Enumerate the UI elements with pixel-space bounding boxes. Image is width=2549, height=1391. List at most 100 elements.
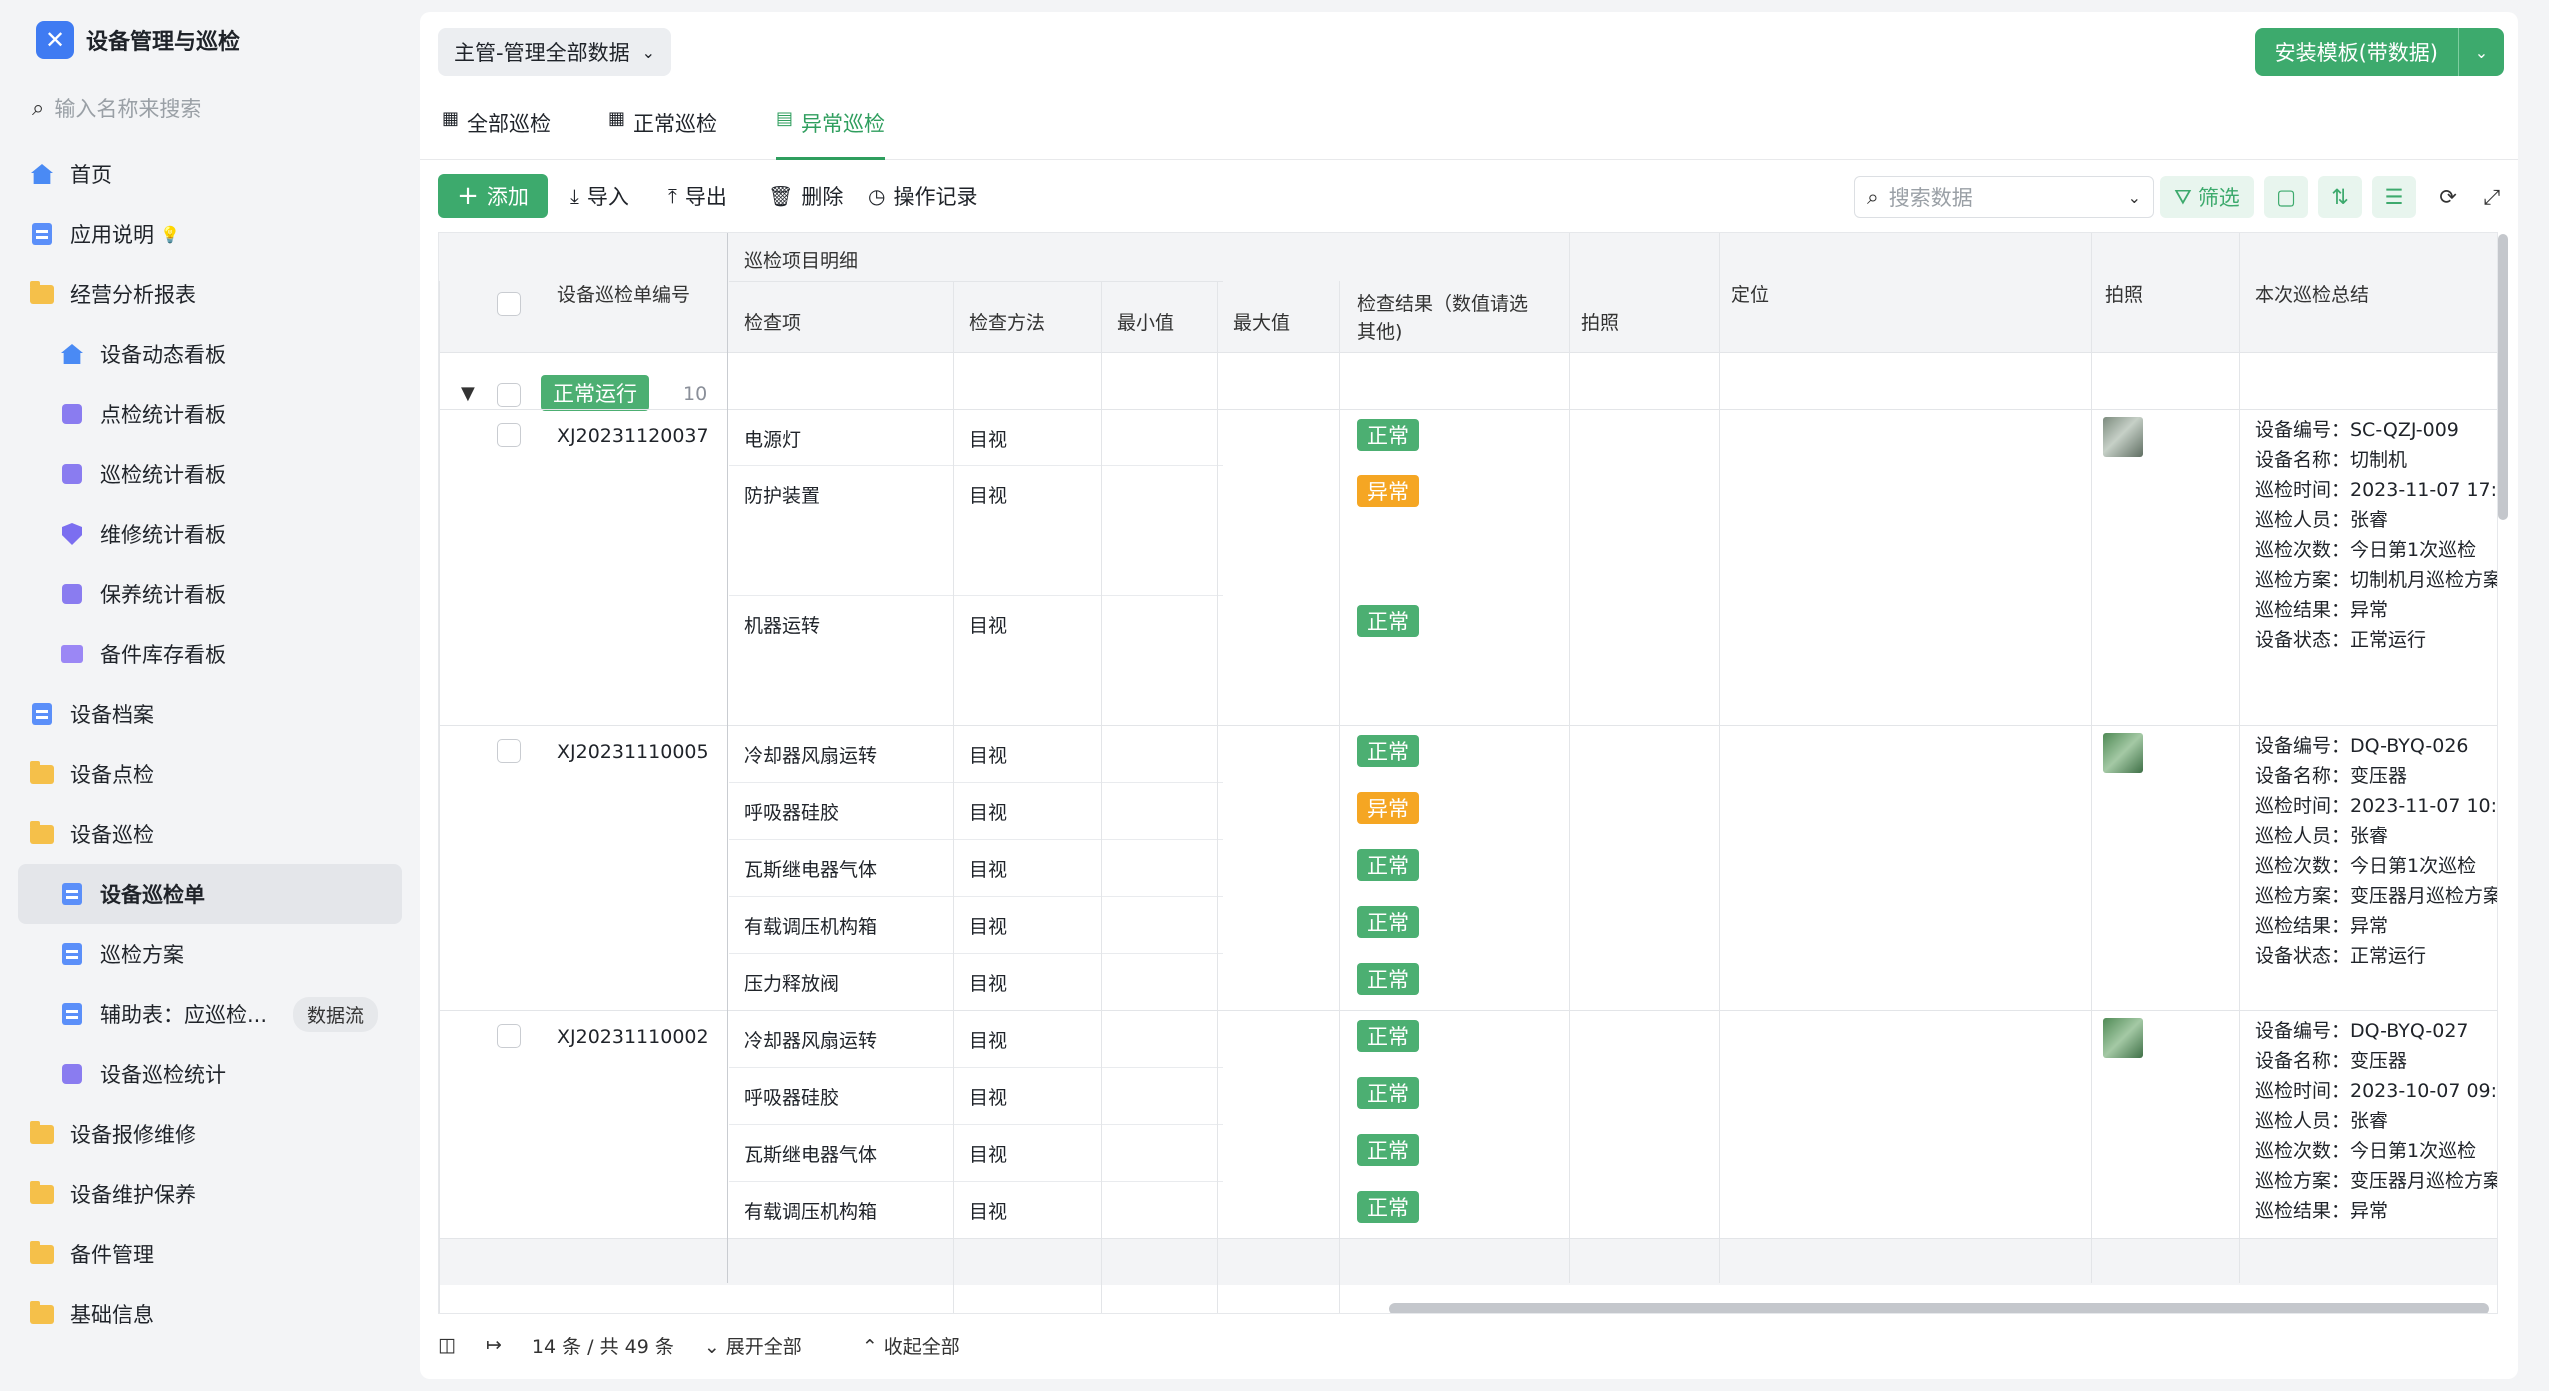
sidebar-item-label: 应用说明 bbox=[70, 223, 154, 247]
sidebar-item-label: 设备报修维修 bbox=[70, 1123, 196, 1147]
collapse-all-button[interactable]: ⌃ 收起全部 bbox=[862, 1332, 990, 1359]
sidebar-item[interactable]: 应用说明 💡 bbox=[18, 204, 402, 264]
shield-icon bbox=[60, 522, 84, 546]
add-button[interactable]: + 添加 bbox=[438, 174, 548, 218]
check-item: 冷却器风扇运转 bbox=[744, 745, 878, 767]
tab-all-inspections[interactable]: ▦ 全部巡检 bbox=[442, 108, 551, 160]
tab-abnormal-inspections[interactable]: ▤ 异常巡检 bbox=[776, 108, 886, 160]
sidebar-item[interactable]: 维修统计看板 bbox=[18, 504, 402, 564]
equipment-photo[interactable] bbox=[2103, 733, 2143, 773]
check-item: 冷却器风扇运转 bbox=[744, 1030, 878, 1052]
folder-icon bbox=[30, 1240, 54, 1266]
refresh-button[interactable]: ⟳ bbox=[2426, 176, 2470, 218]
summary-line: 设备名称：变压器 bbox=[2255, 1050, 2408, 1072]
summary-line: 设备编号：DQ-BYQ-027 bbox=[2255, 1020, 2469, 1042]
filter-icon: ⛛ bbox=[2174, 184, 2192, 209]
tab-normal-inspections[interactable]: ▦ 正常巡检 bbox=[608, 108, 717, 160]
tools-logo-icon: ✕ bbox=[36, 21, 74, 59]
summary-line: 巡检时间：2023-11-07 17:10 bbox=[2255, 479, 2498, 501]
sidebar-item[interactable]: 设备巡检统计 bbox=[18, 1044, 402, 1104]
subrow-divider bbox=[729, 782, 1223, 783]
sort-button[interactable]: ⇅ bbox=[2318, 176, 2362, 218]
group-checkbox[interactable] bbox=[497, 383, 521, 407]
summary-line: 巡检次数：今日第1次巡检 bbox=[2255, 539, 2477, 561]
sidebar-item[interactable]: 设备动态看板 bbox=[18, 324, 402, 384]
sidebar-item[interactable]: 备件库存看板 bbox=[18, 624, 402, 684]
fit-width-icon[interactable]: ↦ bbox=[486, 1334, 502, 1356]
summary-line: 设备状态：正常运行 bbox=[2255, 945, 2427, 967]
vertical-scrollbar[interactable] bbox=[2498, 234, 2508, 520]
inspection-summary: 设备编号：DQ-BYQ-027 设备名称：变压器 巡检时间：2023-10-07 0… bbox=[2255, 1016, 2497, 1226]
view-selector[interactable]: 主管-管理全部数据 ⌄ bbox=[438, 28, 671, 76]
export-button[interactable]: ⤒ 导出 bbox=[668, 174, 727, 218]
sidebar-item[interactable]: 点检统计看板 bbox=[18, 384, 402, 444]
sidebar-toggle-icon[interactable]: ◫ bbox=[438, 1334, 456, 1356]
horizontal-scrollbar[interactable] bbox=[1389, 1303, 2489, 1313]
sidebar-item[interactable]: 基础信息 bbox=[18, 1284, 402, 1344]
summary-line: 巡检方案：变压器月巡检方案 bbox=[2255, 885, 2498, 907]
check-method: 目视 bbox=[969, 1087, 1008, 1109]
import-button[interactable]: ⤓ 导入 bbox=[570, 174, 629, 218]
expand-all-button[interactable]: ⌄ 展开全部 bbox=[704, 1332, 832, 1359]
summary-line: 巡检结果：异常 bbox=[2255, 599, 2389, 621]
filter-button[interactable]: ⛛ 筛选 bbox=[2160, 176, 2254, 218]
sidebar-item[interactable]: 经营分析报表 bbox=[18, 264, 402, 324]
sidebar-item[interactable]: 设备巡检 bbox=[18, 804, 402, 864]
doc-icon bbox=[32, 223, 52, 245]
select-all-checkbox[interactable] bbox=[497, 292, 521, 316]
sidebar-item[interactable]: 备件管理 bbox=[18, 1224, 402, 1284]
collapse-group-icon[interactable]: ▼ bbox=[461, 383, 475, 404]
status-normal-badge: 正常 bbox=[1357, 1134, 1419, 1166]
install-template-button[interactable]: 安装模板(带数据) ⌄ bbox=[2254, 28, 2504, 76]
export-label: 导出 bbox=[684, 185, 727, 209]
data-search-placeholder: 搜索数据 bbox=[1888, 186, 1973, 210]
tab-label: 异常巡检 bbox=[801, 112, 886, 136]
sidebar-item-label: 辅助表：应巡检... bbox=[100, 1003, 268, 1027]
sidebar-item[interactable]: 设备点检 bbox=[18, 744, 402, 804]
row-checkbox[interactable] bbox=[497, 739, 521, 763]
data-search-input[interactable]: ⌕ 搜索数据 ⌄ bbox=[1854, 176, 2154, 218]
sidebar-item[interactable]: 巡检统计看板 bbox=[18, 444, 402, 504]
row-checkbox[interactable] bbox=[497, 423, 521, 447]
row-divider bbox=[439, 725, 2497, 726]
subrow-divider bbox=[729, 1124, 1223, 1125]
equipment-photo[interactable] bbox=[2103, 417, 2143, 457]
sidebar-item-label: 设备动态看板 bbox=[100, 343, 226, 367]
operation-log-button[interactable]: ◷ 操作记录 bbox=[868, 174, 977, 218]
sidebar-item[interactable]: 首页 bbox=[18, 144, 402, 204]
sidebar-search[interactable]: ⌕ 输入名称来搜索 bbox=[32, 88, 201, 128]
delete-button[interactable]: 🗑 删除 bbox=[768, 174, 843, 218]
dashboard-icon bbox=[60, 462, 84, 486]
column-divider bbox=[1217, 281, 1218, 1313]
chevron-down-icon[interactable]: ⌄ bbox=[2458, 28, 2504, 76]
sidebar-item[interactable]: 设备维护保养 bbox=[18, 1164, 402, 1224]
doc-icon bbox=[62, 1003, 82, 1025]
export-icon: ⤒ bbox=[668, 184, 677, 208]
sidebar-item[interactable]: 设备档案 bbox=[18, 684, 402, 744]
summary-line: 巡检结果：异常 bbox=[2255, 915, 2389, 937]
header-max: 最大值 bbox=[1233, 311, 1291, 334]
group-button[interactable]: ☰ bbox=[2372, 176, 2416, 218]
refresh-icon: ⟳ bbox=[2439, 185, 2457, 209]
row-height-button[interactable]: ▢ bbox=[2264, 176, 2308, 218]
chevron-down-icon[interactable]: ⌄ bbox=[2128, 188, 2141, 207]
row-checkbox[interactable] bbox=[497, 1024, 521, 1048]
folder-icon bbox=[30, 1180, 54, 1204]
sidebar-item-label: 设备巡检单 bbox=[100, 883, 205, 907]
sidebar-item[interactable]: 设备巡检单 bbox=[18, 864, 402, 924]
subrow-divider bbox=[729, 896, 1223, 897]
fullscreen-button[interactable]: ⤢ bbox=[2470, 176, 2514, 218]
sidebar-nav: 首页 应用说明 💡 经营分析报表设备动态看板 点检统计看板巡检统计看板 维修统计看板 保养统… bbox=[18, 144, 402, 1344]
status-normal-badge: 正常 bbox=[1357, 963, 1419, 995]
chart-icon bbox=[62, 404, 82, 424]
sidebar-item[interactable]: 设备报修维修 bbox=[18, 1104, 402, 1164]
sidebar-search-placeholder[interactable]: 输入名称来搜索 bbox=[54, 93, 201, 123]
install-template-label[interactable]: 安装模板(带数据) bbox=[2255, 28, 2458, 76]
sidebar-item-label: 备件库存看板 bbox=[100, 643, 226, 667]
sidebar-item-label: 点检统计看板 bbox=[100, 403, 226, 427]
doc-icon bbox=[62, 943, 82, 965]
sidebar-item[interactable]: 辅助表：应巡检... 数据流 bbox=[18, 984, 402, 1044]
equipment-photo[interactable] bbox=[2103, 1018, 2143, 1058]
sidebar-item[interactable]: 巡检方案 bbox=[18, 924, 402, 984]
sidebar-item[interactable]: 保养统计看板 bbox=[18, 564, 402, 624]
